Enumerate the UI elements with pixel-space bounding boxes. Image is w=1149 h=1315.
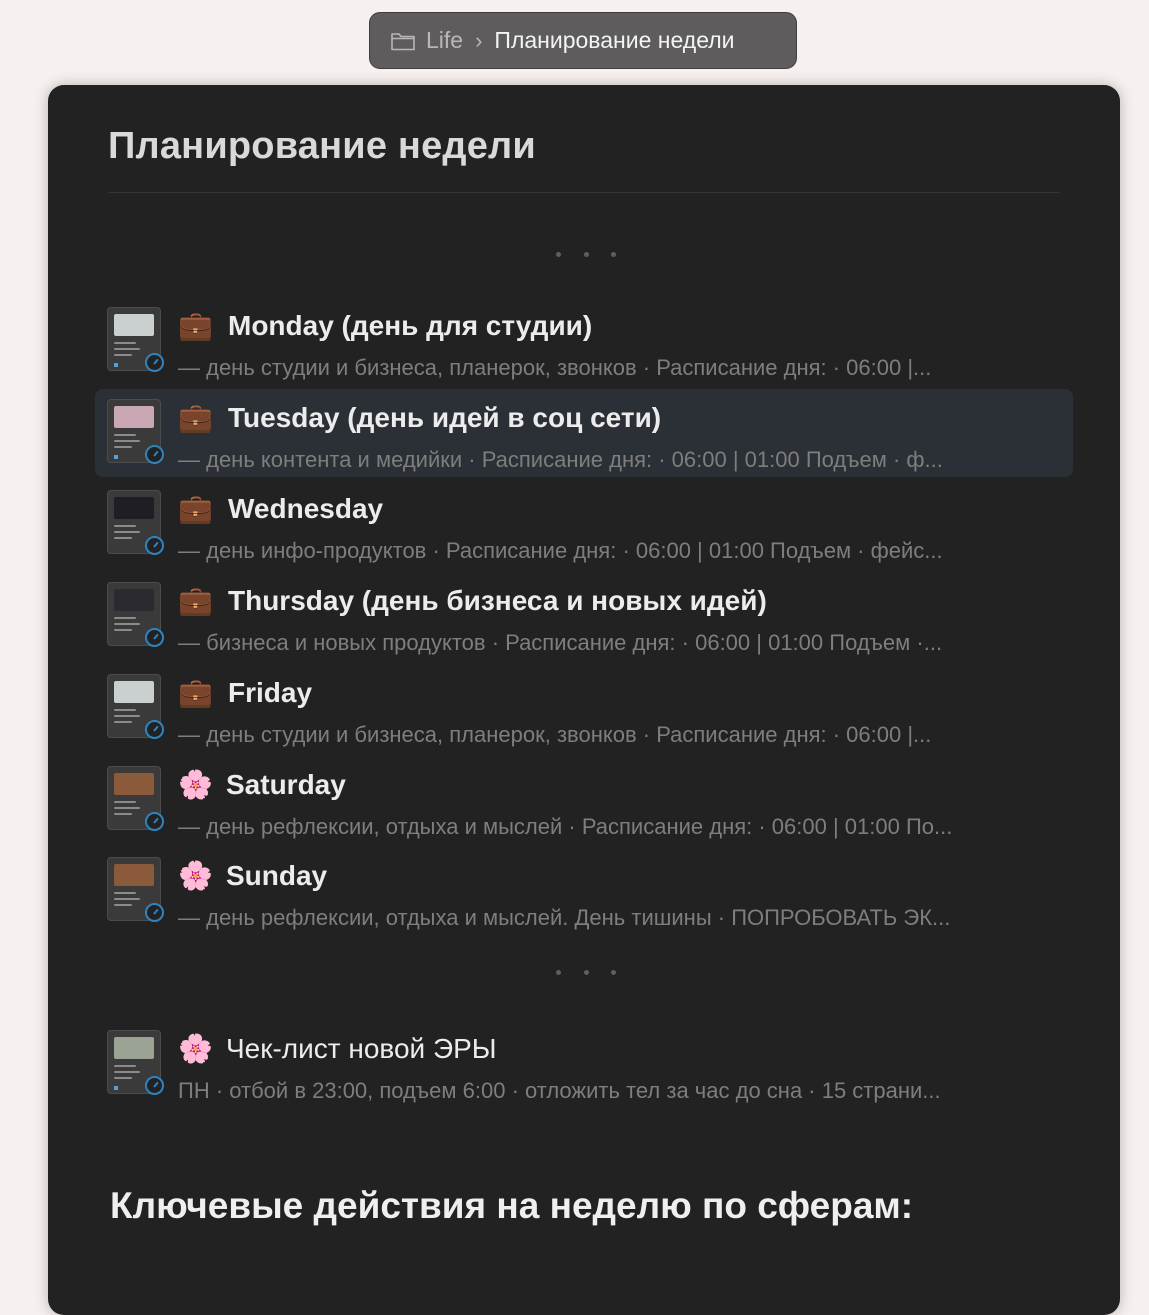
clock-icon bbox=[145, 536, 164, 555]
clock-icon bbox=[145, 903, 164, 922]
briefcase-icon: 💼 bbox=[178, 493, 213, 524]
breadcrumb-item-life[interactable]: Life bbox=[426, 27, 463, 54]
entry-subtitle: — день студии и бизнеса, планерок, звонк… bbox=[178, 355, 932, 380]
clock-icon bbox=[145, 720, 164, 739]
day-note-link[interactable]: 💼 Monday (день для студии) — день студии… bbox=[95, 297, 1073, 385]
clock-icon bbox=[145, 628, 164, 647]
entry-subtitle: — день рефлексии, отдыха и мыслей. День … bbox=[178, 905, 951, 930]
note-thumbnail bbox=[114, 497, 154, 519]
title-divider bbox=[108, 192, 1060, 193]
cherry-blossom-icon: 🌸 bbox=[178, 1033, 213, 1064]
clock-icon bbox=[145, 445, 164, 464]
clock-icon bbox=[145, 1076, 164, 1095]
note-thumbnail bbox=[114, 773, 154, 795]
breadcrumb[interactable]: Life › Планирование недели bbox=[369, 12, 797, 69]
folder-icon bbox=[391, 32, 415, 50]
entry-subtitle: — день инфо-продуктов · Расписание дня: … bbox=[178, 538, 943, 563]
entry-subtitle: ПН · отбой в 23:00, подъем 6:00 · отложи… bbox=[178, 1078, 941, 1103]
breadcrumb-item-current: Планирование недели bbox=[494, 27, 735, 53]
ellipsis-divider-bottom bbox=[556, 970, 616, 975]
note-thumbnail bbox=[114, 1037, 154, 1059]
ellipsis-divider-top bbox=[556, 252, 616, 257]
clock-icon bbox=[145, 812, 164, 831]
day-note-link[interactable]: 💼 Friday — день студии и бизнеса, планер… bbox=[95, 664, 1073, 752]
entry-subtitle: — день рефлексии, отдыха и мыслей · Расп… bbox=[178, 814, 953, 839]
note-thumbnail bbox=[114, 681, 154, 703]
page-title: Планирование недели bbox=[108, 125, 536, 167]
entry-title: Sunday bbox=[226, 859, 328, 891]
entry-subtitle: — бизнеса и новых продуктов · Расписание… bbox=[178, 630, 943, 655]
day-note-link[interactable]: 💼 Thursday (день бизнеса и новых идей) —… bbox=[95, 572, 1073, 660]
entry-title: Wednesday bbox=[228, 492, 384, 524]
entry-title: Friday bbox=[228, 676, 313, 708]
note-thumbnail bbox=[114, 314, 154, 336]
entry-title: Чек-лист новой ЭРЫ bbox=[226, 1032, 497, 1064]
chevron-right-icon: › bbox=[475, 27, 483, 53]
note-thumbnail bbox=[114, 406, 154, 428]
note-window: Планирование недели 💼 Monday (день для с… bbox=[48, 85, 1120, 1315]
entry-title: Monday (день для студии) bbox=[228, 309, 593, 341]
briefcase-icon: 💼 bbox=[178, 310, 213, 341]
checklist-link[interactable]: 🌸 Чек-лист новой ЭРЫ ПН · отбой в 23:00,… bbox=[95, 1020, 1073, 1108]
cherry-blossom-icon: 🌸 bbox=[178, 769, 213, 800]
entry-subtitle: — день студии и бизнеса, планерок, звонк… bbox=[178, 722, 932, 747]
briefcase-icon: 💼 bbox=[178, 677, 213, 708]
day-note-link[interactable]: 💼 Tuesday (день идей в соц сети) — день … bbox=[95, 389, 1073, 477]
entry-title: Saturday bbox=[226, 768, 346, 800]
entry-subtitle: — день контента и медийки · Расписание д… bbox=[178, 447, 943, 472]
briefcase-icon: 💼 bbox=[178, 585, 213, 616]
day-note-link[interactable]: 💼 Wednesday — день инфо-продуктов · Расп… bbox=[95, 480, 1073, 568]
cherry-blossom-icon: 🌸 bbox=[178, 860, 213, 891]
note-thumbnail bbox=[114, 864, 154, 886]
day-note-link[interactable]: 🌸 Saturday — день рефлексии, отдыха и мы… bbox=[95, 756, 1073, 844]
briefcase-icon: 💼 bbox=[178, 402, 213, 433]
entry-title: Tuesday (день идей в соц сети) bbox=[228, 401, 662, 433]
day-note-link[interactable]: 🌸 Sunday — день рефлексии, отдыха и мысл… bbox=[95, 847, 1073, 935]
note-thumbnail bbox=[114, 589, 154, 611]
entry-title: Thursday (день бизнеса и новых идей) bbox=[228, 584, 767, 616]
section-heading: Ключевые действия на неделю по сферам: bbox=[110, 1185, 914, 1226]
clock-icon bbox=[145, 353, 164, 372]
